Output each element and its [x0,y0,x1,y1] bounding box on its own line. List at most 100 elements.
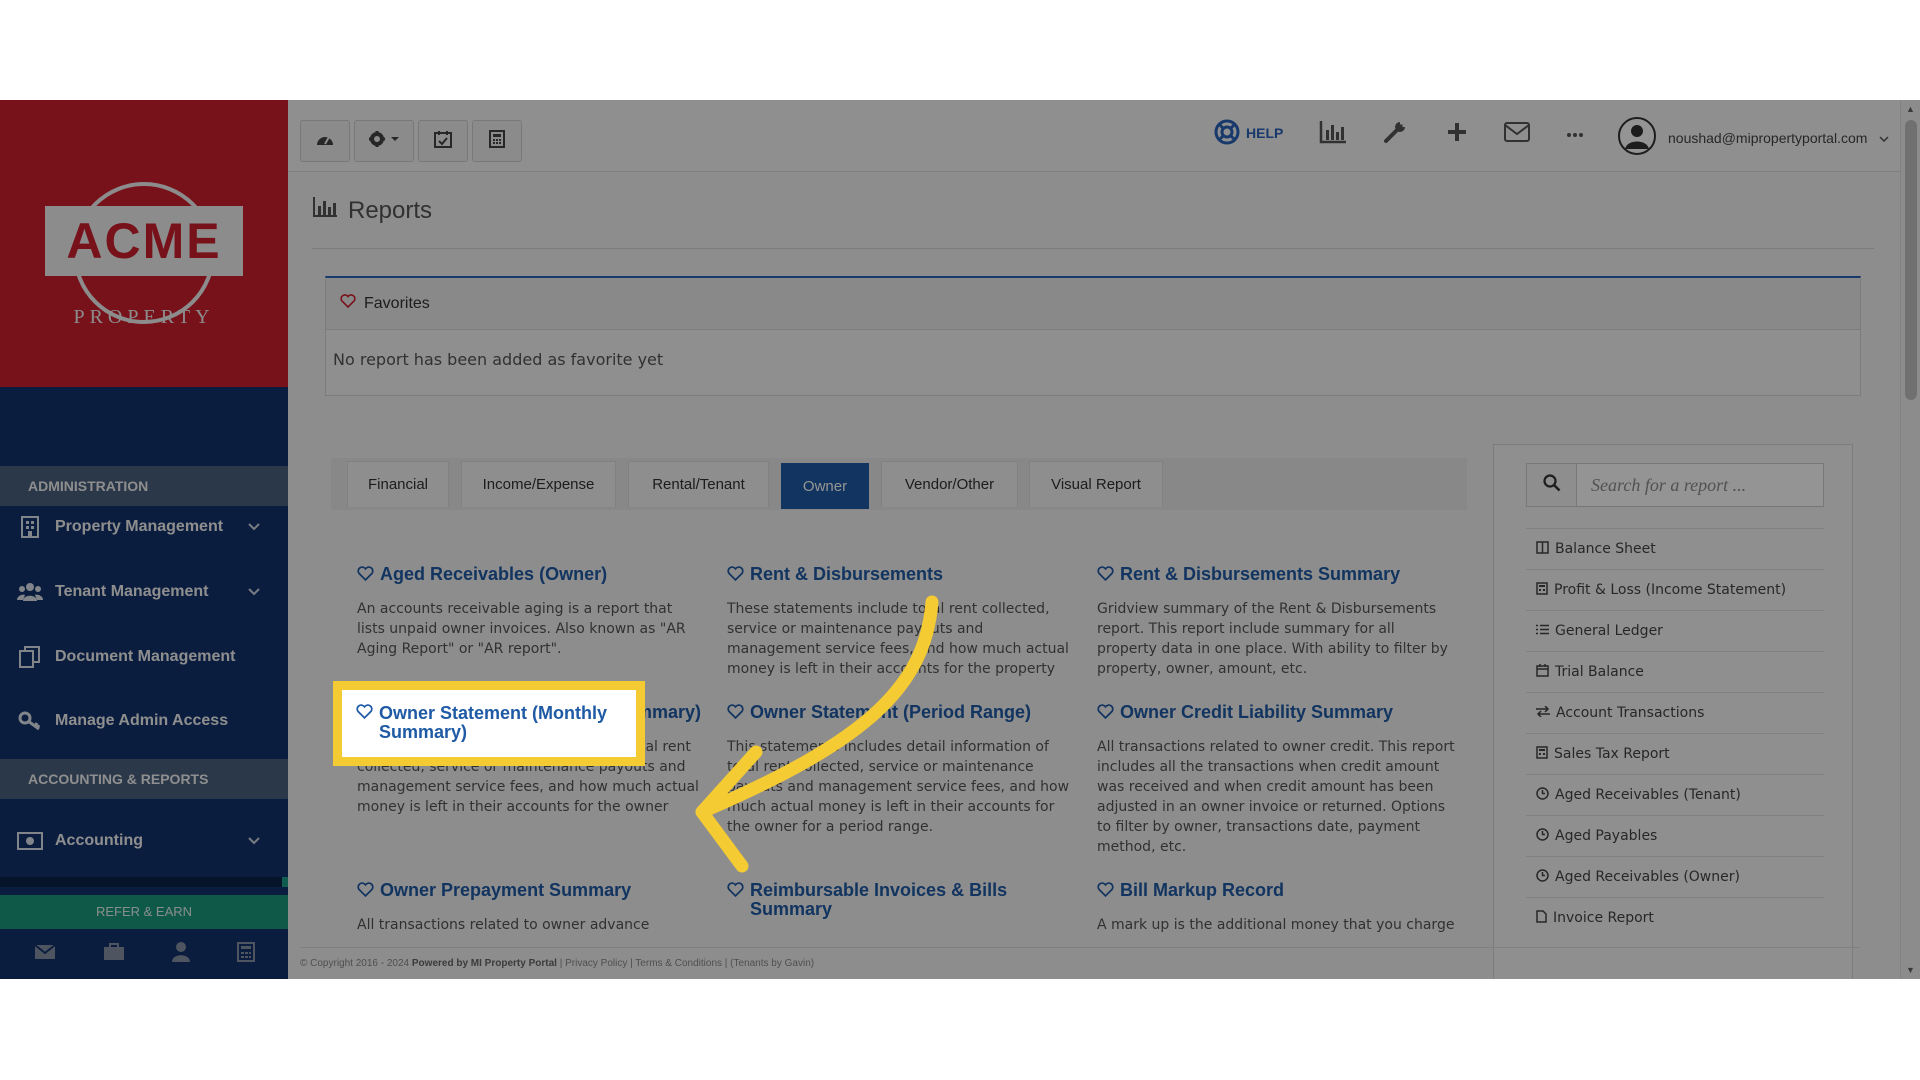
report-search-panel: Balance Sheet Profit & Loss (Income Stat… [1493,444,1853,979]
briefcase-icon[interactable] [103,943,125,966]
list-item[interactable]: Aged Receivables (Owner) [1526,856,1824,897]
user-menu[interactable]: noushad@mipropertyportal.com [1618,118,1889,158]
bar-chart-icon [312,196,338,225]
plus-icon [1447,122,1467,147]
sidebar: ACME PROPERTY ADMINISTRATION Property Ma… [0,100,288,979]
favorites-title: Favorites [364,295,430,313]
heart-icon[interactable] [1097,704,1114,723]
sidebar-item-property-management[interactable]: Property Management [0,497,288,557]
chevron-down-icon [248,834,288,848]
calendar-check-icon [434,130,452,153]
report-link[interactable]: Bill Markup Record [1097,881,1457,901]
report-title: Owner Credit Liability Summary [1120,703,1393,722]
list-item[interactable]: Trial Balance [1526,651,1824,692]
heart-icon[interactable] [727,566,744,585]
sidebar-item-label: Tenant Management [55,583,248,601]
calculator-icon[interactable] [237,942,255,967]
list-item[interactable]: Balance Sheet [1526,528,1824,569]
report-card: Owner Prepayment Summary All transaction… [357,881,702,935]
more-button[interactable] [1558,118,1592,150]
tab-rental-tenant[interactable]: Rental/Tenant [628,461,769,507]
scroll-thumb[interactable] [1905,120,1917,400]
sidebar-item-accounting[interactable]: Accounting [0,811,288,871]
report-link[interactable]: Rent & Disbursements Summary [1097,565,1457,585]
sidebar-item-label: Accounting [55,832,248,850]
list-item[interactable]: Aged Receivables (Tenant) [1526,774,1824,815]
envelope-icon[interactable] [34,944,56,965]
report-title: Aged Receivables (Owner) [380,565,607,584]
list-item-label: Invoice Report [1553,910,1654,926]
report-card: Rent & Disbursements These statements in… [727,565,1072,679]
money-icon [0,832,55,850]
dashboard-button[interactable] [300,120,350,162]
report-card: Reimbursable Invoices & Bills Summary [727,881,1072,919]
powered-by-link[interactable]: Powered by MI Property Portal [412,958,557,969]
report-quick-list: Balance Sheet Profit & Loss (Income Stat… [1526,528,1824,938]
search-input[interactable] [1577,464,1823,506]
scrollbar[interactable]: ▲ ▼ [1900,100,1920,979]
messages-button[interactable] [1500,118,1534,150]
tab-owner[interactable]: Owner [781,463,869,509]
refer-earn-button[interactable]: REFER & EARN [0,895,288,929]
calculator-icon [489,130,505,153]
highlighted-report[interactable]: Owner Statement (Monthly Summary) [333,681,645,766]
list-item-label: Aged Receivables (Owner) [1555,869,1740,885]
footer-note: (Tenants by Gavin) [730,958,814,969]
help-button[interactable]: HELP [1214,118,1283,148]
calculator-button[interactable] [472,120,522,162]
report-description: This statements includes detail informat… [727,737,1072,837]
report-description: These statements include total rent coll… [727,599,1072,679]
avatar [1618,117,1656,160]
logo[interactable]: ACME PROPERTY [0,100,288,387]
logo-subtitle: PROPERTY [0,306,288,329]
tab-financial[interactable]: Financial [347,461,449,507]
app-window: ACME PROPERTY ADMINISTRATION Property Ma… [0,100,1920,979]
list-item[interactable]: General Ledger [1526,610,1824,651]
sidebar-item-document-management[interactable]: Document Management [0,627,288,687]
calendar-button[interactable] [418,120,468,162]
report-card: Owner Statement (Period Range) This stat… [727,703,1072,837]
list-item[interactable]: Aged Payables [1526,815,1824,856]
report-link[interactable]: Owner Prepayment Summary [357,881,702,901]
sidebar-item-tenant-management[interactable]: Tenant Management [0,562,288,622]
reports-chart-button[interactable] [1316,118,1350,150]
report-link[interactable]: Owner Statement (Period Range) [727,703,1072,723]
copyright-text: © Copyright 2016 - 2024 [300,958,409,969]
report-link[interactable]: Rent & Disbursements [727,565,1072,585]
sidebar-footer-icons [0,929,288,979]
heart-icon[interactable] [1097,566,1114,585]
heart-icon[interactable] [356,704,373,723]
report-link[interactable]: Aged Receivables (Owner) [357,565,702,585]
clock-icon [1536,828,1549,845]
report-link[interactable]: Reimbursable Invoices & Bills Summary [727,881,1072,919]
heart-icon[interactable] [357,566,374,585]
report-title: Owner Prepayment Summary [380,881,631,900]
list-item-label: Account Transactions [1556,705,1704,721]
heart-icon[interactable] [727,704,744,723]
list-item[interactable]: Account Transactions [1526,692,1824,733]
list-item[interactable]: Sales Tax Report [1526,733,1824,774]
user-icon[interactable] [172,942,190,967]
list-item[interactable]: Invoice Report [1526,897,1824,938]
search-icon [1543,474,1561,497]
heart-icon[interactable] [727,882,744,901]
scroll-down-icon[interactable]: ▼ [1906,965,1915,975]
settings-dropdown-button[interactable] [354,120,414,162]
tab-vendor-other[interactable]: Vendor/Other [881,461,1018,507]
report-link[interactable]: Owner Statement (Monthly Summary) [356,704,622,742]
add-button[interactable] [1440,118,1474,150]
heart-icon[interactable] [1097,882,1114,901]
footer-links[interactable]: | Privacy Policy | Terms & Conditions | [560,958,728,969]
search-button[interactable] [1527,464,1577,506]
tab-visual-report[interactable]: Visual Report [1029,461,1163,507]
building-icon [0,516,55,538]
list-item[interactable]: Profit & Loss (Income Statement) [1526,569,1824,610]
list-icon [1536,623,1549,639]
dashboard-icon [315,131,335,152]
scroll-up-icon[interactable]: ▲ [1906,104,1915,114]
report-link[interactable]: Owner Credit Liability Summary [1097,703,1457,723]
tools-button[interactable] [1378,118,1412,150]
tab-income-expense[interactable]: Income/Expense [461,461,616,507]
sidebar-item-manage-admin-access[interactable]: Manage Admin Access [0,691,288,751]
heart-icon[interactable] [357,882,374,901]
